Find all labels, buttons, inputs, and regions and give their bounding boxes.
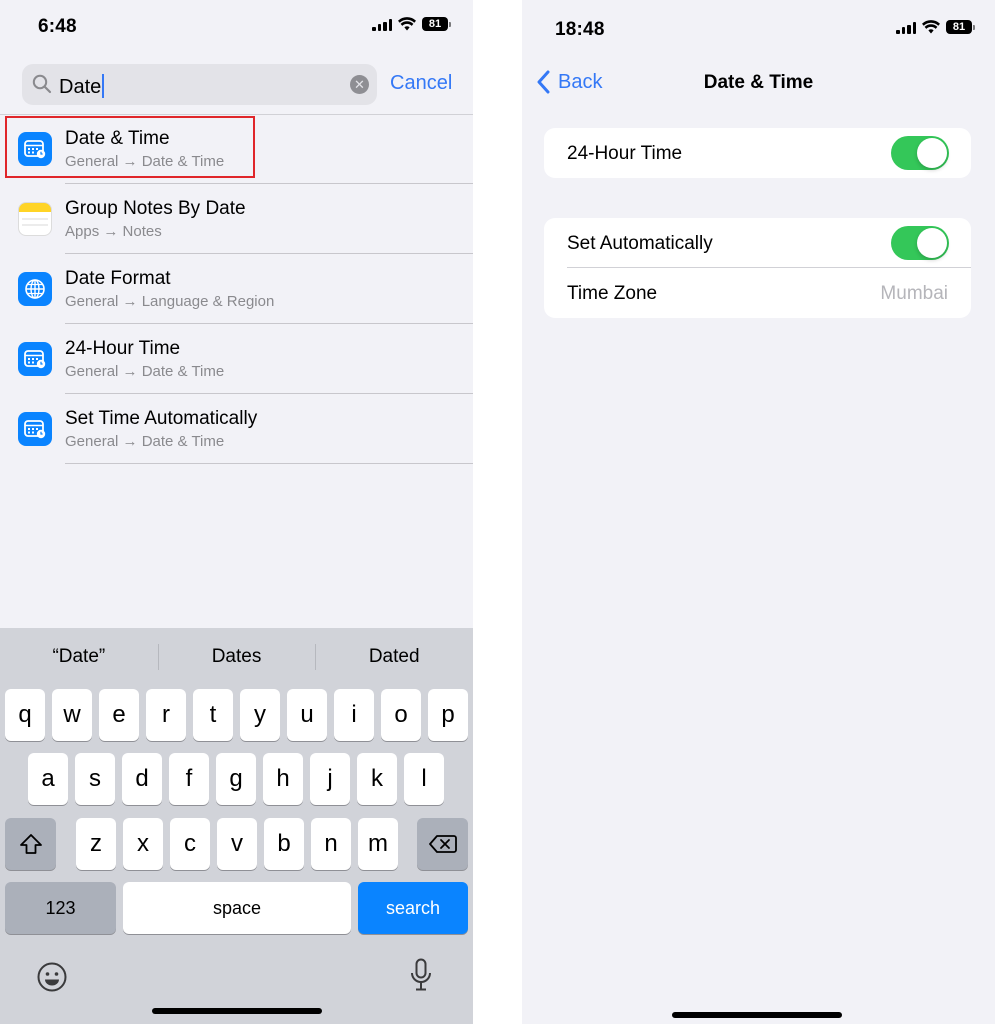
globe-icon xyxy=(18,272,52,306)
key-z[interactable]: z xyxy=(76,818,116,870)
cellular-signal-icon xyxy=(896,21,916,34)
text-caret xyxy=(102,74,105,98)
key-h[interactable]: h xyxy=(263,753,303,805)
search-icon xyxy=(32,74,52,94)
result-date-format[interactable]: Date Format General → Language & Region xyxy=(0,254,473,324)
microphone-icon[interactable] xyxy=(410,958,432,992)
search-screen: 6:48 81 Date ✕ Cancel Date & Time Genera… xyxy=(0,0,473,1024)
status-time: 18:48 xyxy=(555,19,605,40)
key-y[interactable]: y xyxy=(240,689,280,741)
result-title: Group Notes By Date xyxy=(65,198,246,219)
suggestion-item[interactable]: “Date” xyxy=(0,646,158,668)
battery-icon: 81 xyxy=(422,17,451,31)
date-time-icon xyxy=(18,132,52,166)
cell-time-zone[interactable]: Time Zone Mumbai xyxy=(544,268,971,318)
shift-icon xyxy=(19,834,42,854)
predictive-bar: “Date” Dates Dated xyxy=(0,628,473,686)
cell-label: 24-Hour Time xyxy=(567,143,683,164)
result-subtitle: General → Date & Time xyxy=(65,363,225,380)
key-v[interactable]: v xyxy=(217,818,257,870)
result-date-time[interactable]: Date & Time General → Date & Time xyxy=(0,114,473,184)
suggestion-item[interactable]: Dates xyxy=(157,644,316,670)
battery-icon: 81 xyxy=(946,20,975,34)
status-bar: 18:48 81 xyxy=(522,0,995,60)
key-f[interactable]: f xyxy=(169,753,209,805)
key-k[interactable]: k xyxy=(357,753,397,805)
key-a[interactable]: a xyxy=(28,753,68,805)
shift-key[interactable] xyxy=(5,818,56,870)
key-e[interactable]: e xyxy=(99,689,139,741)
keyboard: “Date” Dates Dated qwertyuiop asdfghjkl zx… xyxy=(0,628,473,1024)
key-n[interactable]: n xyxy=(311,818,351,870)
key-b[interactable]: b xyxy=(264,818,304,870)
cell-label: Set Automatically xyxy=(567,233,713,254)
search-input[interactable]: Date ✕ xyxy=(22,64,377,105)
key-p[interactable]: p xyxy=(428,689,468,741)
home-indicator[interactable] xyxy=(672,1012,842,1018)
battery-level: 81 xyxy=(422,17,448,31)
result-group-notes[interactable]: Group Notes By Date Apps → Notes xyxy=(0,184,473,254)
status-icons: 81 xyxy=(896,20,975,34)
notes-icon xyxy=(18,202,52,236)
battery-level: 81 xyxy=(946,20,972,34)
key-w[interactable]: w xyxy=(52,689,92,741)
status-icons: 81 xyxy=(372,17,451,31)
delete-key[interactable] xyxy=(417,818,468,870)
search-key[interactable]: search xyxy=(358,882,468,934)
status-bar: 6:48 81 xyxy=(0,0,473,60)
cancel-button[interactable]: Cancel xyxy=(390,72,452,95)
cellular-signal-icon xyxy=(372,18,392,31)
result-title: Date Format xyxy=(65,268,171,289)
status-time: 6:48 xyxy=(38,16,77,37)
result-24-hour-time[interactable]: 24-Hour Time General → Date & Time xyxy=(0,324,473,394)
key-u[interactable]: u xyxy=(287,689,327,741)
date-time-icon xyxy=(18,412,52,446)
date-time-settings-screen: 18:48 81 Back Date & Time 24-Hour Time S… xyxy=(522,0,995,1024)
key-o[interactable]: o xyxy=(381,689,421,741)
cell-label: Time Zone xyxy=(567,283,658,304)
result-subtitle: Apps → Notes xyxy=(65,223,162,240)
key-x[interactable]: x xyxy=(123,818,163,870)
result-title: 24-Hour Time xyxy=(65,338,181,359)
result-subtitle: General → Date & Time xyxy=(65,433,225,450)
key-l[interactable]: l xyxy=(404,753,444,805)
wifi-icon xyxy=(922,20,940,34)
key-m[interactable]: m xyxy=(358,818,398,870)
result-subtitle: General → Language & Region xyxy=(65,293,275,310)
suggestion-item[interactable]: Dated xyxy=(315,644,473,670)
wifi-icon xyxy=(398,17,416,31)
search-query: Date xyxy=(59,76,102,98)
time-zone-value: Mumbai xyxy=(880,283,948,304)
key-r[interactable]: r xyxy=(146,689,186,741)
clear-search-icon[interactable]: ✕ xyxy=(350,75,369,94)
cell-24-hour-time: 24-Hour Time xyxy=(544,128,971,178)
key-g[interactable]: g xyxy=(216,753,256,805)
toggle-set-automatically[interactable] xyxy=(891,226,949,260)
result-title: Date & Time xyxy=(65,128,170,149)
result-title: Set Time Automatically xyxy=(65,408,258,429)
space-key[interactable]: space xyxy=(123,882,351,934)
search-results-list: Date & Time General → Date & Time Group … xyxy=(0,114,473,464)
home-indicator[interactable] xyxy=(152,1008,322,1014)
key-c[interactable]: c xyxy=(170,818,210,870)
numbers-key[interactable]: 123 xyxy=(5,882,116,934)
key-t[interactable]: t xyxy=(193,689,233,741)
key-j[interactable]: j xyxy=(310,753,350,805)
key-q[interactable]: q xyxy=(5,689,45,741)
key-s[interactable]: s xyxy=(75,753,115,805)
cell-set-automatically: Set Automatically xyxy=(544,218,971,268)
toggle-24-hour-time[interactable] xyxy=(891,136,949,170)
settings-group-time-format: 24-Hour Time xyxy=(544,128,971,178)
key-i[interactable]: i xyxy=(334,689,374,741)
key-d[interactable]: d xyxy=(122,753,162,805)
backspace-icon xyxy=(428,835,457,853)
result-subtitle: General → Date & Time xyxy=(65,153,225,170)
page-title: Date & Time xyxy=(703,72,814,93)
result-set-time-automatically[interactable]: Set Time Automatically General → Date & … xyxy=(0,394,473,464)
date-time-icon xyxy=(18,342,52,376)
settings-group-time-zone: Set Automatically Time Zone Mumbai xyxy=(544,218,971,318)
emoji-icon[interactable] xyxy=(36,961,68,993)
